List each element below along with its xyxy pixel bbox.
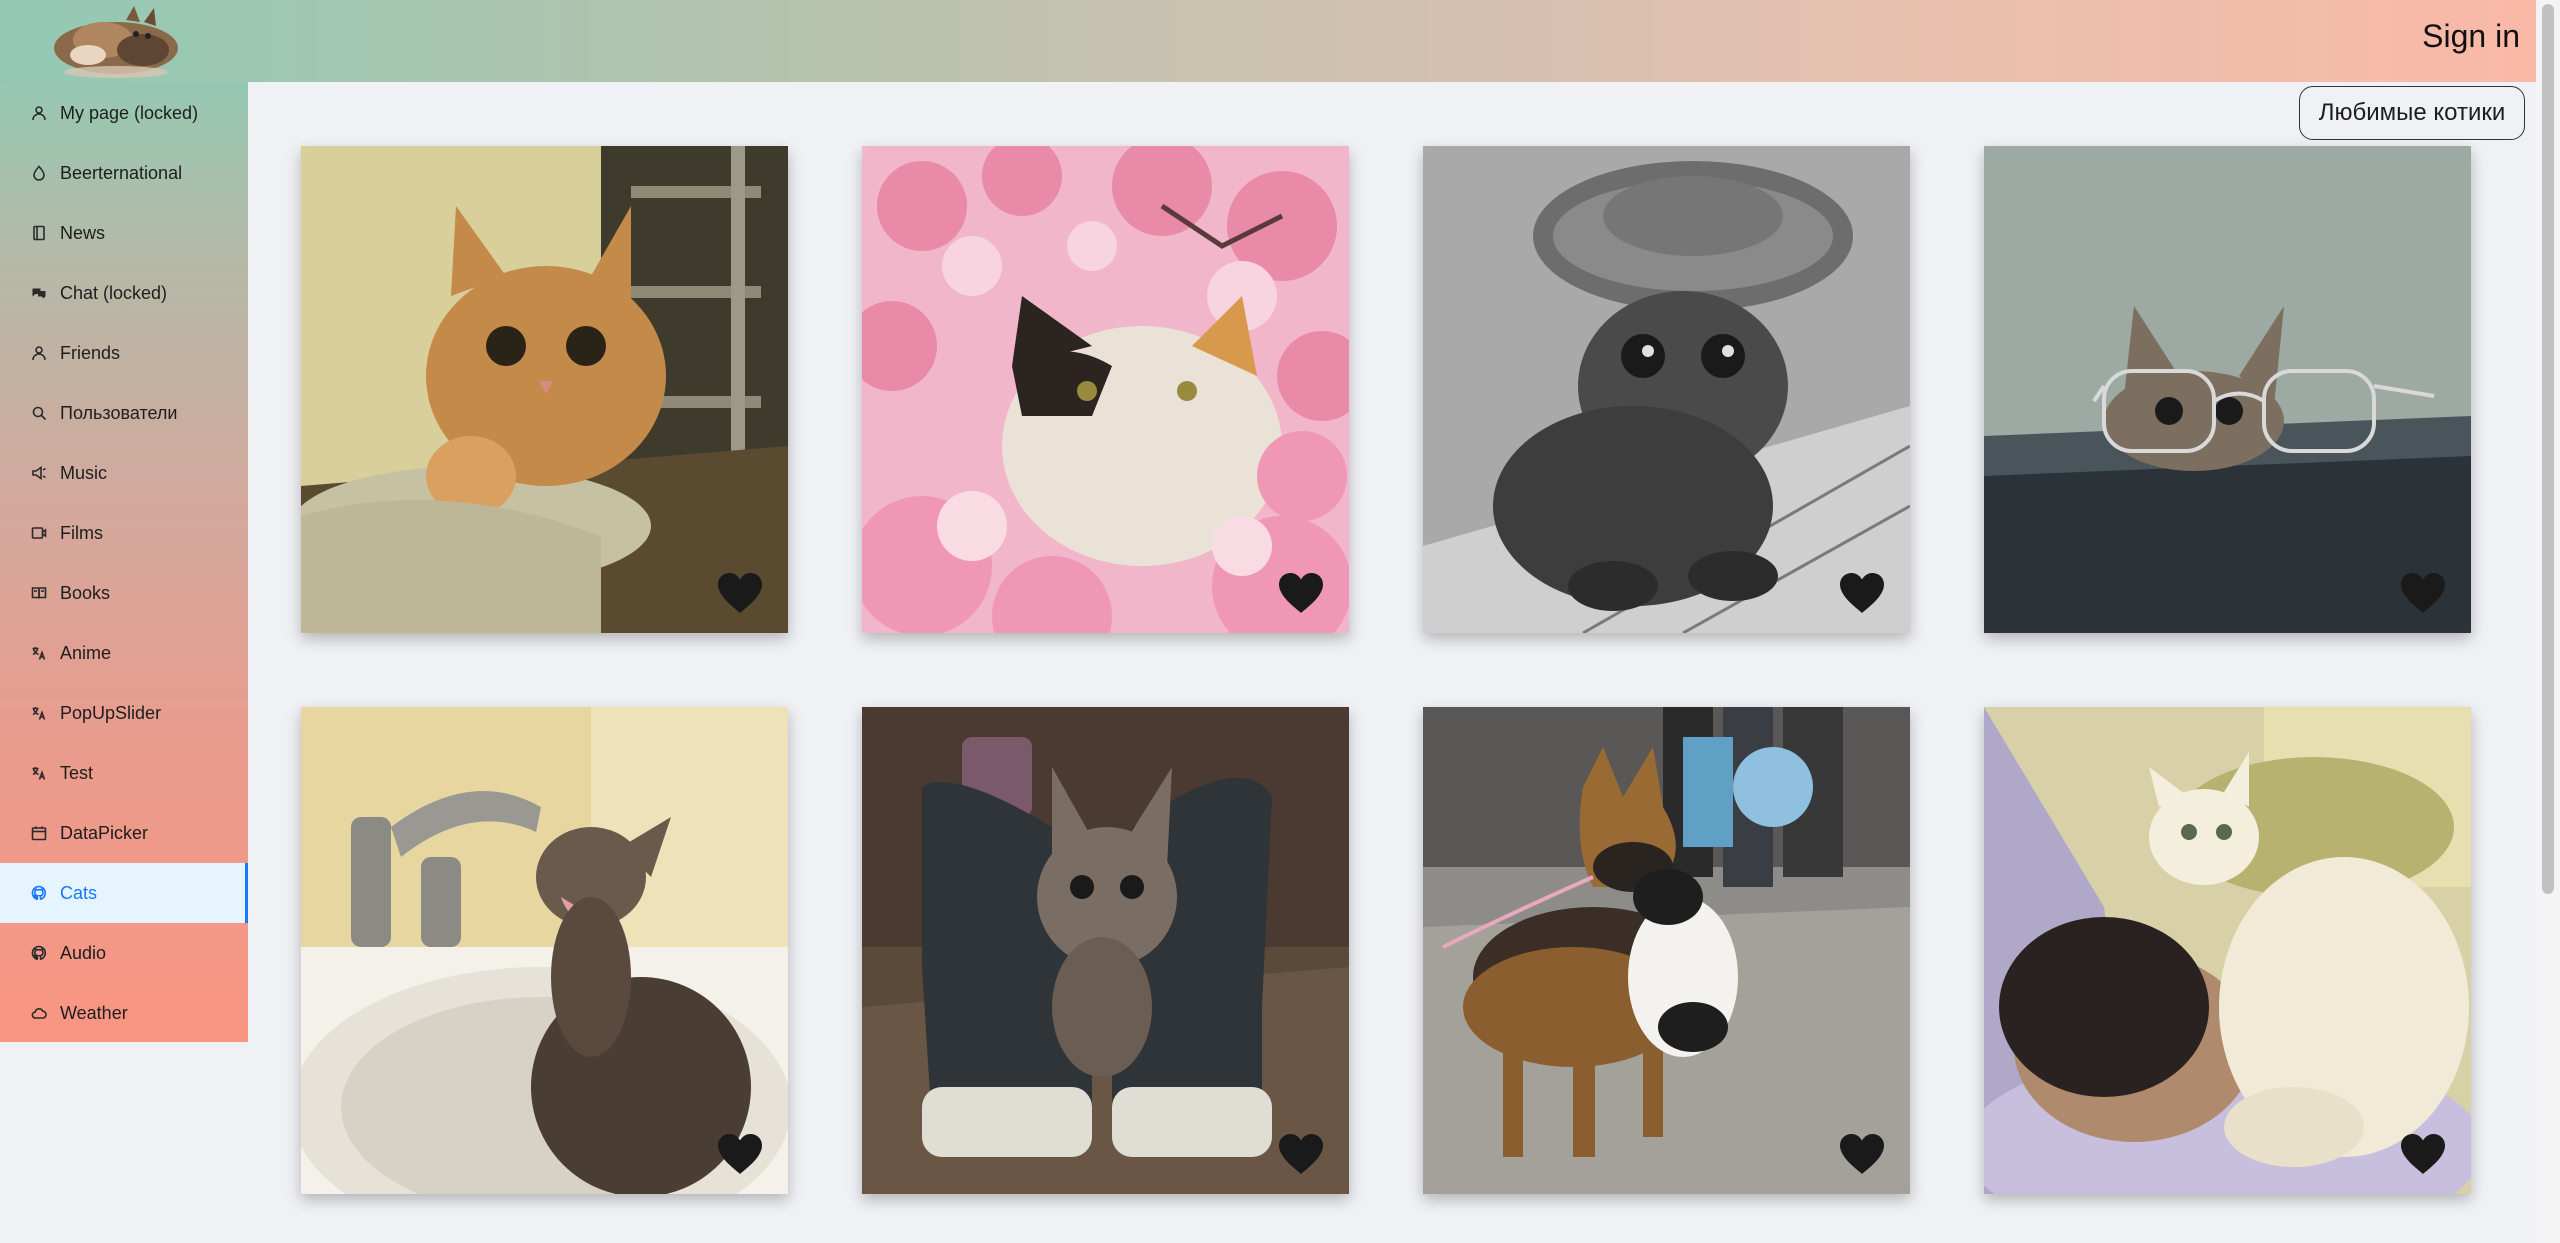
translate-icon bbox=[30, 704, 48, 722]
heart-icon[interactable] bbox=[1277, 1132, 1325, 1176]
sidebar-item-friends[interactable]: Friends bbox=[0, 323, 248, 383]
sound-icon bbox=[30, 464, 48, 482]
cat-photo bbox=[1423, 146, 1910, 633]
sidebar-item-books[interactable]: Books bbox=[0, 563, 248, 623]
sidebar-item-test[interactable]: Test bbox=[0, 743, 248, 803]
translate-icon bbox=[30, 764, 48, 782]
cat-card[interactable] bbox=[1423, 707, 1910, 1194]
cat-photo bbox=[862, 146, 1349, 633]
sidebar-item-label: Cats bbox=[60, 882, 98, 903]
cat-photo bbox=[1984, 707, 2471, 1194]
sidebar-item-пользователи[interactable]: Пользователи bbox=[0, 383, 248, 443]
cat-card[interactable] bbox=[1984, 707, 2471, 1194]
sidebar-item-news[interactable]: News bbox=[0, 203, 248, 263]
search-icon bbox=[30, 404, 48, 422]
heart-icon[interactable] bbox=[716, 1132, 764, 1176]
heart-icon[interactable] bbox=[1838, 571, 1886, 615]
sidebar-item-audio[interactable]: Audio bbox=[0, 923, 248, 983]
sidebar-item-label: Anime bbox=[60, 642, 112, 663]
sidebar-item-label: PopUpSlider bbox=[60, 702, 162, 723]
github-icon bbox=[30, 884, 48, 902]
heart-icon[interactable] bbox=[2399, 1132, 2447, 1176]
heart-icon[interactable] bbox=[716, 571, 764, 615]
sidebar-item-label: DataPicker bbox=[60, 822, 149, 843]
scrollbar-thumb[interactable] bbox=[2542, 4, 2554, 894]
sidebar-item-datapicker[interactable]: DataPicker bbox=[0, 803, 248, 863]
cat-photo bbox=[301, 707, 788, 1194]
sidebar-item-label: Beerternational bbox=[60, 162, 183, 183]
cat-card[interactable] bbox=[1423, 146, 1910, 633]
cat-card[interactable] bbox=[862, 146, 1349, 633]
sidebar-item-music[interactable]: Music bbox=[0, 443, 248, 503]
read-icon bbox=[30, 584, 48, 602]
sidebar-item-beerternational[interactable]: Beerternational bbox=[0, 143, 248, 203]
sidebar-item-label: My page (locked) bbox=[60, 102, 199, 123]
cat-card[interactable] bbox=[1984, 146, 2471, 633]
calendar-icon bbox=[30, 824, 48, 842]
sidebar-item-cats[interactable]: Cats bbox=[0, 863, 248, 923]
sidebar-item-my-page-locked[interactable]: My page (locked) bbox=[0, 83, 248, 143]
sidebar-item-label: Test bbox=[60, 762, 94, 783]
cat-photo bbox=[862, 707, 1349, 1194]
sidebar-item-label: Books bbox=[60, 582, 111, 603]
sidebar-nav: My page (locked) Beerternational News Chat … bbox=[0, 82, 248, 1042]
cat-logo[interactable] bbox=[48, 0, 188, 82]
cat-photo bbox=[301, 146, 788, 633]
sign-in-button[interactable]: Sign in bbox=[2422, 18, 2520, 55]
sidebar-item-films[interactable]: Films bbox=[0, 503, 248, 563]
top-header: Sign in bbox=[0, 0, 2536, 82]
sidebar-item-label: Friends bbox=[60, 342, 121, 363]
sidebar-item-label: Chat (locked) bbox=[60, 282, 168, 303]
droplet-icon bbox=[30, 164, 48, 182]
cat-photo bbox=[1423, 707, 1910, 1194]
sidebar-item-weather[interactable]: Weather bbox=[0, 983, 248, 1043]
sidebar-item-chat-locked[interactable]: Chat (locked) bbox=[0, 263, 248, 323]
cat-card[interactable] bbox=[301, 146, 788, 633]
scrollbar-track[interactable] bbox=[2536, 0, 2560, 1243]
sidebar-item-label: News bbox=[60, 222, 106, 243]
sidebar-item-label: Audio bbox=[60, 942, 107, 963]
sidebar-item-label: Films bbox=[60, 522, 103, 543]
heart-icon[interactable] bbox=[1838, 1132, 1886, 1176]
cat-card[interactable] bbox=[862, 707, 1349, 1194]
chat-icon bbox=[30, 284, 48, 302]
github-icon bbox=[30, 944, 48, 962]
sidebar-item-anime[interactable]: Anime bbox=[0, 623, 248, 683]
cat-card[interactable] bbox=[301, 707, 788, 1194]
favorite-cats-button[interactable]: Любимые котики bbox=[2299, 86, 2525, 140]
heart-icon[interactable] bbox=[1277, 571, 1325, 615]
cloud-icon bbox=[30, 1004, 48, 1022]
user-icon bbox=[30, 104, 48, 122]
user-icon bbox=[30, 344, 48, 362]
sidebar-item-label: Weather bbox=[60, 1002, 128, 1023]
translate-icon bbox=[30, 644, 48, 662]
heart-icon[interactable] bbox=[2399, 571, 2447, 615]
video-icon bbox=[30, 524, 48, 542]
book-icon bbox=[30, 224, 48, 242]
sidebar-item-label: Music bbox=[60, 462, 108, 483]
cat-photo bbox=[1984, 146, 2471, 633]
sidebar-item-popupslider[interactable]: PopUpSlider bbox=[0, 683, 248, 743]
sidebar-item-label: Пользователи bbox=[60, 402, 178, 423]
